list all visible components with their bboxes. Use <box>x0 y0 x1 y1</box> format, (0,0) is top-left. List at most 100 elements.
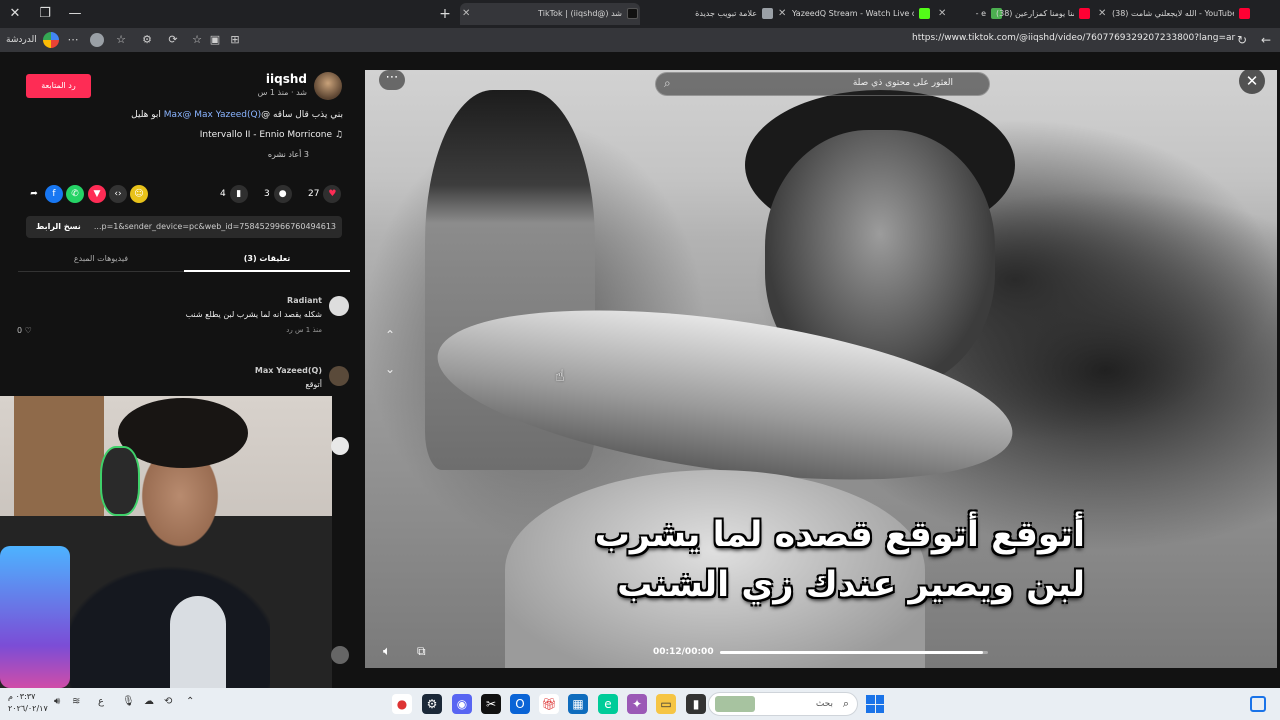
details-tabs: (3) تعليقات فيديوهات المبدع <box>18 248 350 272</box>
tab-youtube-1[interactable]: ✕ (38) الله لايجعلني شامت - YouTube <box>1096 3 1252 25</box>
microphone-icon <box>170 596 226 688</box>
back-icon[interactable]: ← <box>1256 30 1276 50</box>
language-indicator[interactable]: ع <box>98 696 104 707</box>
video-more-icon[interactable]: ⋯ <box>379 70 405 90</box>
music-link[interactable]: Intervallo II - Ennio Morricone ♫ <box>200 130 343 140</box>
saves-count: 4 <box>220 189 226 199</box>
tab-title: علامة تبويب جديدة <box>695 9 757 18</box>
follow-back-button[interactable]: رد المتابعة <box>26 74 91 98</box>
close-video-icon[interactable]: ✕ <box>1239 70 1265 94</box>
close-icon[interactable]: ✕ <box>462 3 470 25</box>
chevron-up-icon[interactable]: ⌃ <box>186 696 194 707</box>
picture-in-picture-icon[interactable]: ⧉ <box>417 644 426 659</box>
sync-icon[interactable]: ⟳ <box>164 31 182 49</box>
app-icon-1[interactable]: ● <box>392 694 412 714</box>
taskbar-search[interactable]: بحث ⌕ <box>708 692 858 716</box>
close-window-button[interactable]: ✕ <box>0 0 30 28</box>
tab-actions-icon[interactable]: ⊞ <box>226 31 244 49</box>
copilot-app-icon[interactable]: ✦ <box>627 694 647 714</box>
file-explorer-icon[interactable]: ▭ <box>656 694 676 714</box>
likes-stat[interactable]: 27 ♥ <box>308 185 342 203</box>
store-icon[interactable]: ▦ <box>568 694 588 714</box>
volume-icon[interactable]: 🔈︎ <box>383 644 391 659</box>
tab-creator-videos[interactable]: فيديوهات المبدع <box>18 248 184 272</box>
notification-icon[interactable] <box>1250 696 1266 712</box>
close-icon[interactable]: ✕ <box>1098 3 1106 25</box>
chevron-down-icon[interactable]: ⌄ <box>385 362 395 376</box>
send-icon[interactable]: ▼ <box>88 185 106 203</box>
video-player[interactable]: ⋯ ⌕ العثور على محتوى ذي صلة ✕ ⌃ ⌄ ☝ أتوق… <box>365 70 1277 668</box>
cloud-icon[interactable]: ☁ <box>144 696 154 707</box>
commenter-avatar[interactable] <box>329 296 349 316</box>
scroll-handle[interactable] <box>331 437 349 455</box>
comment-like-button[interactable]: 0 ♡ <box>17 326 32 335</box>
comment-item: Max Yazeed(Q) أتوقع <box>19 366 349 396</box>
share-link-text[interactable]: ...p=1&sender_device=pc&web_id=758452996… <box>94 216 336 238</box>
capcut-icon[interactable]: ✂ <box>481 694 501 714</box>
wifi-icon[interactable]: ≋ <box>72 696 80 707</box>
new-tab-button[interactable]: + <box>436 3 454 25</box>
sync-tray-icon[interactable]: ⟲ <box>164 696 172 707</box>
profile-button[interactable]: الدردشة <box>6 31 59 49</box>
split-screen-icon[interactable]: ▣ <box>206 31 224 49</box>
start-menu-icon[interactable] <box>866 695 884 713</box>
share-link-box: نسخ الرابط ...p=1&sender_device=pc&web_i… <box>26 216 342 238</box>
saves-stat[interactable]: 4 ▮ <box>220 185 248 203</box>
comment-icon: ● <box>273 185 292 203</box>
minimize-window-button[interactable]: — <box>60 0 90 28</box>
commenter-name[interactable]: Max Yazeed(Q) <box>255 366 322 375</box>
discord-icon[interactable]: ◉ <box>452 694 472 714</box>
commenter-name[interactable]: Radiant <box>287 296 322 305</box>
tab-new-tab[interactable]: علامة تبويب جديدة <box>645 3 775 25</box>
author-username[interactable]: iiqshd <box>266 72 307 86</box>
mic-icon[interactable]: 🎙︎ <box>122 696 135 707</box>
embed-icon[interactable]: ‹› <box>109 185 127 203</box>
comment-meta[interactable]: منذ 1 س رد <box>286 326 322 334</box>
url-field[interactable]: https://www.tiktok.com/@iiqshd/video/760… <box>912 33 1235 43</box>
clock-date: ٢٠٢٦/٠٢/١٧ <box>8 704 48 713</box>
edge-icon[interactable]: e <box>598 694 618 714</box>
collections-icon[interactable]: ☆ <box>112 31 130 49</box>
emoji-icon[interactable]: ☺ <box>130 185 148 203</box>
commenter-avatar[interactable] <box>331 646 349 664</box>
tab-comments[interactable]: (3) تعليقات <box>184 248 350 272</box>
reload-icon[interactable]: ↻ <box>1232 30 1252 50</box>
video-progress-bar[interactable] <box>720 651 988 654</box>
copy-link-button[interactable]: نسخ الرابط <box>36 216 81 238</box>
gift-icon[interactable]: 🎁︎ <box>539 694 559 714</box>
comment-text: أتوقع <box>305 380 322 389</box>
volume-icon[interactable]: 🔊︎ <box>54 696 60 707</box>
taskbar-search-placeholder: بحث <box>815 699 833 709</box>
comment-item: Radiant شكله يقصد انه لما يشرب لبن يطلع … <box>17 296 349 336</box>
comments-stat[interactable]: 3 ● <box>264 185 292 203</box>
user-avatar-icon[interactable] <box>90 33 104 47</box>
clock-time: ٠٣:٣٧ م <box>8 692 36 701</box>
close-icon[interactable]: ✕ <box>778 3 786 25</box>
whatsapp-icon[interactable]: ✆ <box>66 185 84 203</box>
commenter-avatar[interactable] <box>329 366 349 386</box>
maximize-window-button[interactable]: ❐ <box>30 0 60 28</box>
related-search-input[interactable]: ⌕ العثور على محتوى ذي صلة <box>655 72 990 96</box>
tab-youtube-2[interactable]: (38) عشنا يومنا كمزارعين <box>980 3 1092 25</box>
search-icon: ⌕ <box>664 76 671 90</box>
tab-kick-stream[interactable]: ✕ YazeedQ Stream - Watch Live on <box>776 3 932 25</box>
steam-icon[interactable]: ⚙ <box>422 694 442 714</box>
system-clock[interactable]: ٠٣:٣٧ م ٢٠٢٦/٠٢/١٧ <box>8 691 48 715</box>
favorite-icon[interactable]: ☆ <box>188 31 206 49</box>
extensions-icon[interactable]: ⚙ <box>138 31 156 49</box>
video-progress-fill <box>720 651 983 654</box>
kick-icon <box>919 8 930 19</box>
more-options-icon[interactable]: ⋯ <box>64 31 82 49</box>
facebook-icon[interactable]: f <box>45 185 63 203</box>
search-icon: ⌕ <box>842 697 849 710</box>
outlook-icon[interactable]: O <box>510 694 530 714</box>
tab-title: TikTok | (iiqshd@) شد <box>538 9 622 18</box>
chevron-up-icon[interactable]: ⌃ <box>385 328 395 342</box>
share-icon[interactable]: ➦ <box>25 185 43 203</box>
tab-tiktok[interactable]: ✕ TikTok | (iiqshd@) شد <box>460 3 640 25</box>
reposts-count: 3 أعاد نشره <box>267 150 309 159</box>
webcam-streamer-hair <box>118 398 248 468</box>
mention-link[interactable]: Max@ Max Yazeed(Q) <box>164 110 261 120</box>
author-avatar[interactable] <box>314 72 342 100</box>
terminal-icon[interactable]: ▮ <box>686 694 706 714</box>
